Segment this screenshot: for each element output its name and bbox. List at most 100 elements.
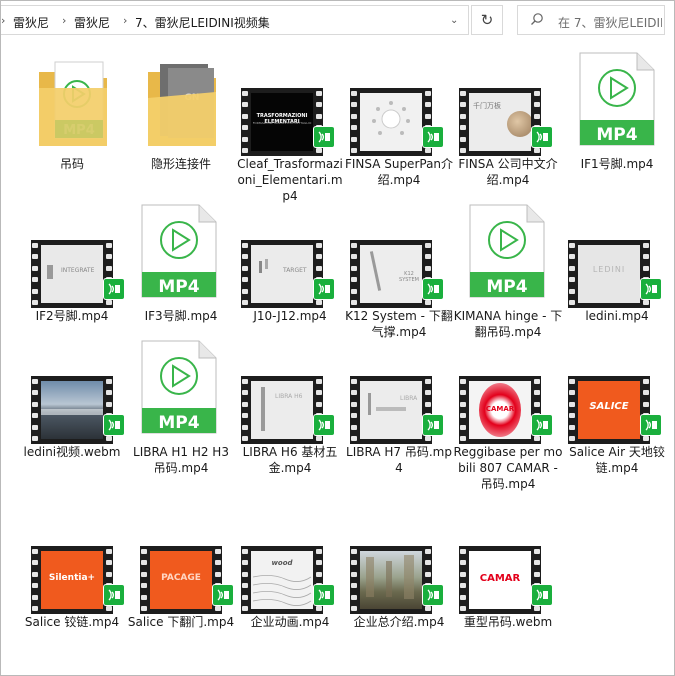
svg-text:MP4: MP4 [486, 277, 527, 297]
thumb-text: Silentia+ [48, 573, 96, 583]
video-file-item[interactable]: MP4 IF1号脚.mp4 [562, 52, 672, 176]
file-explorer-window: › 雷狄尼 › 雷狄尼 › 7、雷狄尼LEIDINI视频集 ⌄ ↻ 在 7、雷狄… [0, 0, 675, 676]
player-app-icon [422, 414, 444, 436]
search-box[interactable]: 在 7、雷狄尼LEIDINI视频集 中搜索 [517, 5, 665, 35]
player-app-icon [103, 278, 125, 300]
item-label: IF2号脚.mp4 [35, 309, 109, 323]
breadcrumb-separator-icon: › [1, 14, 6, 27]
address-bar[interactable]: › 雷狄尼 › 雷狄尼 › 7、雷狄尼LEIDINI视频集 ⌄ [1, 5, 469, 35]
thumb-text: 千门万板 [473, 102, 501, 110]
item-label: ledini视频.webm [23, 445, 121, 459]
item-label: KIMANA hinge - 下翻吊码.mp4 [453, 309, 563, 339]
video-file-item[interactable]: wood 企业动画.mp4 [235, 514, 345, 634]
video-thumbnail: LIBRA [350, 376, 432, 444]
item-label: Cleaf_Trasformazioni_Elementari.mp4 [237, 157, 343, 203]
video-file-item[interactable]: CAMAR 重型吊码.webm [453, 514, 563, 634]
video-file-item[interactable]: LIBRA H6 LIBRA H6 基材五金.mp4 [235, 344, 345, 475]
video-file-item[interactable]: 千门万板 FINSA 公司中文介绍.mp4 [453, 56, 563, 196]
video-file-item[interactable]: TRASFORMAZIONI ELEMENTARI FORMAZIONE SUG… [235, 56, 345, 203]
video-file-item[interactable]: PACAGE Salice 下翻门.mp4 [126, 514, 236, 654]
item-label: LIBRA H7 吊码.mp4 [346, 445, 452, 475]
item-label: ledini.mp4 [585, 309, 649, 323]
svg-text:MP4: MP4 [596, 125, 637, 145]
mp4-file-icon: MP4 [579, 52, 655, 146]
item-label: Salice 下翻门.mp4 [127, 615, 235, 629]
thumb-text: K12 SYSTEM [399, 271, 419, 283]
refresh-button[interactable]: ↻ [471, 5, 503, 35]
video-file-item[interactable]: MP4 KIMANA hinge - 下翻吊码.mp4 [453, 204, 563, 348]
svg-text:MP4: MP4 [158, 277, 199, 297]
search-icon [531, 13, 543, 25]
item-label: LIBRA H6 基材五金.mp4 [242, 445, 338, 475]
video-thumbnail: K12 SYSTEM [350, 240, 432, 308]
thumb-text: CAMAR [485, 405, 515, 413]
video-file-item[interactable]: MP4 LIBRA H1 H2 H3 吊码.mp4 [126, 340, 236, 475]
player-app-icon [313, 278, 335, 300]
player-app-icon [640, 278, 662, 300]
video-file-item[interactable]: INTEGRATE IF2号脚.mp4 [17, 208, 127, 328]
video-thumbnail: PACAGE [140, 546, 222, 614]
item-label: Salice Air 天地铰链.mp4 [569, 445, 665, 475]
chevron-down-icon[interactable]: ⌄ [450, 15, 458, 26]
breadcrumb-item[interactable]: 雷狄尼 [74, 14, 110, 31]
thumb-text: FORMAZIONE SUGGESTIVO DETTAGLIO [252, 121, 312, 125]
video-file-item[interactable]: ledini视频.webm [17, 344, 127, 474]
thumb-text: LIBRA [400, 395, 418, 402]
player-app-icon [313, 414, 335, 436]
player-app-icon [212, 584, 234, 606]
player-app-icon [422, 126, 444, 148]
thumb-text: SALICE [589, 401, 629, 412]
item-label: 吊码 [59, 157, 84, 171]
video-file-item[interactable]: 企业总介绍.mp4 [344, 514, 454, 634]
video-file-item[interactable]: LIBRA LIBRA H7 吊码.mp4 [344, 344, 454, 475]
mp4-file-icon: MP4 [141, 204, 217, 298]
video-thumbnail [31, 376, 113, 444]
video-thumbnail: SALICE [568, 376, 650, 444]
video-thumbnail [350, 88, 432, 156]
video-file-item[interactable]: Silentia+ Salice 铰链.mp4 [17, 514, 127, 634]
mp4-file-icon: MP4 [469, 204, 545, 298]
folder-item[interactable]: MP4 吊码 [17, 56, 127, 176]
item-label: 隐形连接件 [150, 157, 211, 171]
player-app-icon [103, 414, 125, 436]
player-app-icon [531, 126, 553, 148]
player-app-icon [531, 584, 553, 606]
thumb-text: LEDINI [592, 265, 626, 274]
video-thumbnail: LIBRA H6 [241, 376, 323, 444]
video-thumbnail: INTEGRATE [31, 240, 113, 308]
item-label: 重型吊码.webm [463, 615, 553, 629]
video-file-item[interactable]: FINSA SuperPan介绍.mp4 [344, 56, 454, 196]
player-app-icon [313, 126, 335, 148]
item-label: IF1号脚.mp4 [580, 157, 654, 171]
video-thumbnail [350, 546, 432, 614]
video-thumbnail: Silentia+ [31, 546, 113, 614]
video-thumbnail: TRASFORMAZIONI ELEMENTARI FORMAZIONE SUG… [241, 88, 323, 156]
item-label: LIBRA H1 H2 H3 吊码.mp4 [133, 445, 229, 475]
video-thumbnail: LEDINI [568, 240, 650, 308]
video-thumbnail: TARGET [241, 240, 323, 308]
item-label: K12 System - 下翻气撑.mp4 [345, 309, 453, 339]
item-label: FINSA SuperPan介绍.mp4 [344, 157, 454, 187]
video-file-item[interactable]: MP4 IF3号脚.mp4 [126, 204, 236, 328]
video-thumbnail: wood [241, 546, 323, 614]
breadcrumb-item[interactable]: 雷狄尼 [13, 14, 49, 31]
thumb-text: LIBRA H6 [275, 393, 303, 400]
breadcrumb-item-current[interactable]: 7、雷狄尼LEIDINI视频集 [135, 14, 270, 31]
video-file-item[interactable]: TARGET J10-J12.mp4 [235, 208, 345, 328]
player-app-icon [531, 414, 553, 436]
video-file-item[interactable]: CAMAR Reggibase per mobili 807 CAMAR - 吊… [453, 344, 563, 514]
breadcrumb-separator-icon: › [62, 14, 67, 27]
breadcrumb-separator-icon: › [123, 14, 128, 27]
svg-text:MP4: MP4 [158, 413, 199, 433]
item-label: 企业总介绍.mp4 [353, 615, 445, 629]
video-file-item[interactable]: SALICE Salice Air 天地铰链.mp4 [562, 344, 672, 475]
video-thumbnail: 千门万板 [459, 88, 541, 156]
video-file-item[interactable]: K12 SYSTEM K12 System - 下翻气撑.mp4 [344, 208, 454, 348]
item-label: Reggibase per mobili 807 CAMAR - 吊码.mp4 [453, 445, 563, 491]
folder-item[interactable]: GN 隐形连接件 [126, 56, 236, 176]
player-app-icon [313, 584, 335, 606]
video-file-item[interactable]: LEDINI ledini.mp4 [562, 208, 672, 328]
thumb-text: CAMAR [479, 573, 521, 584]
item-label: Salice 铰链.mp4 [24, 615, 120, 629]
video-thumbnail: CAMAR [459, 376, 541, 444]
